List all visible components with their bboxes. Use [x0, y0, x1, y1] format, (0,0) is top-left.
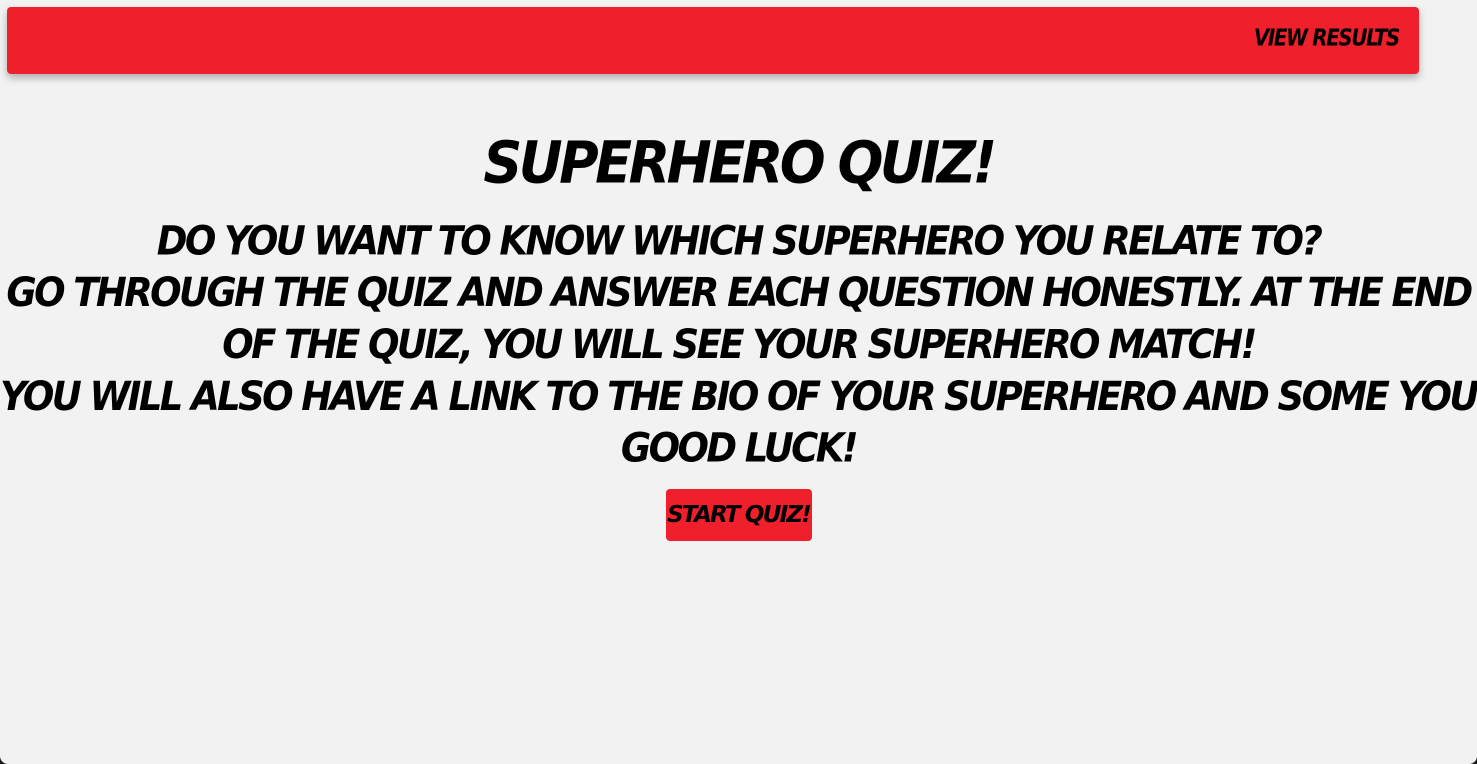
start-quiz-button[interactable]: Start Quiz! [665, 489, 812, 541]
intro-line-good-luck: Good Luck! [620, 424, 859, 472]
page-title: Superhero Quiz! [483, 128, 997, 197]
quiz-page: View Results Superhero Quiz! Do you want… [0, 0, 1477, 764]
intro-text: Do you want to know which superhero you … [0, 215, 1477, 474]
intro-line-bio-link: You will also have a link to the bio of … [0, 373, 1477, 420]
view-results-link[interactable]: View Results [1254, 25, 1400, 51]
top-navbar: View Results [7, 7, 1419, 74]
intro-line-instructions: Go through the quiz and answer each ques… [6, 269, 1473, 368]
intro-line-question: Do you want to know which superhero you … [156, 217, 1323, 264]
main-content: Superhero Quiz! Do you want to know whic… [0, 128, 1477, 541]
